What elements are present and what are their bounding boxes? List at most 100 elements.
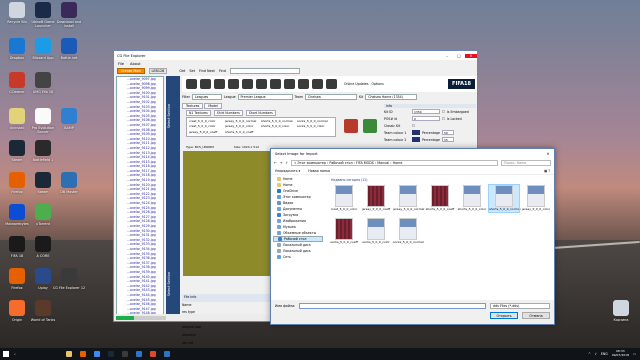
select-section-label-bottom[interactable]: Select Section xyxy=(167,272,171,296)
forward-arrow-icon[interactable]: → xyxy=(280,161,283,165)
close-button[interactable]: ✕ xyxy=(465,53,477,58)
chevron-up-icon[interactable]: ^ xyxy=(588,352,591,356)
kit-select[interactable]: Chelsea Home (1354) xyxy=(365,93,418,100)
group-header[interactable]: Недавно сегодня (12) xyxy=(329,176,554,185)
nav-item[interactable]: Сеть xyxy=(273,254,323,260)
percentage-2-input[interactable]: 15 xyxy=(441,137,454,142)
menu-about[interactable]: About xyxy=(130,62,141,66)
texture-file-item[interactable]: shorts_5_0_0_color xyxy=(261,124,297,129)
notifications-icon[interactable]: ▭ xyxy=(633,352,636,356)
desktop-icon[interactable]: Download and install xyxy=(52,2,86,28)
new-folder-button[interactable]: Новая папка xyxy=(308,169,330,173)
file-tile[interactable]: shorts_5_0_0_normal xyxy=(488,184,521,213)
kit-id-input[interactable]: 1354 xyxy=(412,109,440,114)
online-updates-link[interactable]: Online Updates xyxy=(344,82,369,86)
tab-n1-textures[interactable]: N1 Textures xyxy=(186,110,211,116)
tab-textures[interactable]: Textures xyxy=(182,103,204,109)
dialog-close-button[interactable]: ✕ xyxy=(542,152,554,156)
taskbar-app-edge[interactable] xyxy=(132,349,146,359)
find-next-button[interactable]: Find Next xyxy=(199,69,215,73)
face-icon[interactable] xyxy=(270,79,281,89)
filter-select[interactable]: Leagues xyxy=(191,93,222,100)
clock[interactable]: 08:33 09/07/2018 xyxy=(612,350,629,357)
import-image-icon[interactable] xyxy=(363,119,377,133)
taskbar-app-steam[interactable] xyxy=(104,349,118,359)
set-button[interactable]: Set xyxy=(189,69,195,73)
ball-icon[interactable] xyxy=(214,79,225,89)
file-tile[interactable]: shorts_5_0_0_color xyxy=(457,185,487,212)
crest-icon[interactable] xyxy=(284,79,295,89)
kit-icon[interactable] xyxy=(228,79,239,89)
is-locked-checkbox[interactable]: ☐ xyxy=(442,117,445,121)
taskbar-app-mail[interactable] xyxy=(160,349,174,359)
taskbar-app-cg-explorer[interactable] xyxy=(118,349,132,359)
file-tile[interactable]: socks_5_0_0_coeff xyxy=(329,217,359,245)
file-tile[interactable]: socks_5_0_0_normal xyxy=(393,217,424,245)
view-options-icon[interactable]: ▦ ? xyxy=(544,169,550,173)
taskbar-app-file-explorer[interactable] xyxy=(62,349,76,359)
file-tile[interactable]: socks_5_0_0_color xyxy=(361,217,391,245)
file-tile[interactable]: shorts_5_0_0_coeff xyxy=(425,185,455,212)
desktop-icon[interactable]: CG File Explorer 12 xyxy=(52,268,86,290)
texture-file-item[interactable]: socks_5_0_0_color xyxy=(297,124,333,129)
texture-file-list[interactable]: crest_5_0_0_color jersey_5_0_0_normal shor… xyxy=(186,117,336,137)
trophy-icon[interactable] xyxy=(186,79,197,89)
filetype-select[interactable]: dds Files (*.dds) xyxy=(490,303,550,309)
stadium-icon[interactable] xyxy=(200,79,211,89)
texture-file-item[interactable]: shorts_5_0_0_coeff xyxy=(225,130,261,135)
open-button[interactable]: Открыть xyxy=(490,312,518,319)
desktop-icon[interactable]: BAMP xyxy=(52,108,86,130)
camera-icon[interactable] xyxy=(298,79,309,89)
back-arrow-icon[interactable]: ← xyxy=(274,161,277,165)
get-button[interactable]: Get xyxy=(179,69,185,73)
classic-kit-checkbox[interactable]: ☐ xyxy=(412,124,415,128)
team-colour-1-swatch[interactable] xyxy=(412,130,420,135)
file-tile[interactable]: jersey_5_0_0_normal xyxy=(393,185,424,212)
team-colour-2-swatch[interactable] xyxy=(412,137,420,142)
file-tile[interactable]: crest_5_0_0_color xyxy=(329,185,359,212)
up-arrow-icon[interactable]: ↑ xyxy=(286,161,289,165)
select-section-label[interactable]: Select Section xyxy=(167,104,171,128)
percentage-1-input[interactable]: 50 xyxy=(441,130,454,135)
team-select[interactable]: Chelsea xyxy=(304,93,357,100)
desktop-icon[interactable]: uTorrent xyxy=(26,204,60,226)
maximize-button[interactable]: □ xyxy=(453,54,465,58)
language-indicator[interactable]: ENG xyxy=(601,352,608,356)
texture-file-item[interactable]: jersey_5_0_0_coeff xyxy=(189,130,225,135)
taskbar-app-firefox[interactable] xyxy=(76,349,90,359)
boots-icon[interactable] xyxy=(242,79,253,89)
file-tile[interactable]: jersey_5_0_0_coeff xyxy=(361,185,391,212)
file-tree[interactable]: ...ovelar_9097.jpg ...ovelar_9098.jpg ...o… xyxy=(116,76,164,316)
desktop-icon[interactable]: A CORE xyxy=(26,236,60,258)
audio-icon[interactable] xyxy=(312,79,323,89)
leb128-button[interactable]: LEB128 xyxy=(148,68,168,74)
taskbar-search[interactable]: ⌕ xyxy=(12,350,62,358)
desktop-icon[interactable]: CCleaner xyxy=(0,72,34,94)
league-select[interactable]: Premier League xyxy=(237,93,293,100)
create-mod-button[interactable]: Create Mod xyxy=(117,68,145,74)
dialog-search-input[interactable]: Поиск: Home xyxy=(501,159,551,166)
is-embargoed-checkbox[interactable]: ☐ xyxy=(442,110,445,114)
find-input[interactable] xyxy=(229,68,300,74)
organize-button[interactable]: Упорядочить ▾ xyxy=(275,169,300,173)
glove-icon[interactable] xyxy=(256,79,267,89)
filename-input[interactable] xyxy=(299,303,486,309)
taskbar-app-chrome[interactable] xyxy=(90,349,104,359)
desktop-icon[interactable]: Battlefield 1 xyxy=(26,140,60,162)
gear-icon[interactable] xyxy=(326,79,337,89)
address-bar[interactable]: « Этот компьютер › Рабочий стол › FIFA M… xyxy=(291,159,498,166)
taskbar-app-media[interactable] xyxy=(146,349,160,359)
desktop-icon[interactable]: Battle.net xyxy=(52,38,86,60)
desktop-icon[interactable]: World of Tanks xyxy=(26,300,60,322)
file-tile[interactable]: jersey_5_0_0_color xyxy=(521,185,551,212)
desktop-icon-recycle[interactable]: Корзина xyxy=(604,300,638,322)
tab-short-numbers[interactable]: Short Numbers xyxy=(245,110,276,116)
menu-file[interactable]: File xyxy=(118,62,124,66)
start-button[interactable] xyxy=(0,348,12,360)
pos-id-input[interactable]: 0 xyxy=(412,116,440,121)
cancel-button[interactable]: Отмена xyxy=(522,312,550,319)
options-link[interactable]: Options xyxy=(372,82,384,86)
export-image-icon[interactable] xyxy=(344,119,358,133)
desktop-icon[interactable]: DB Master xyxy=(52,172,86,194)
minimize-button[interactable]: – xyxy=(441,54,453,58)
